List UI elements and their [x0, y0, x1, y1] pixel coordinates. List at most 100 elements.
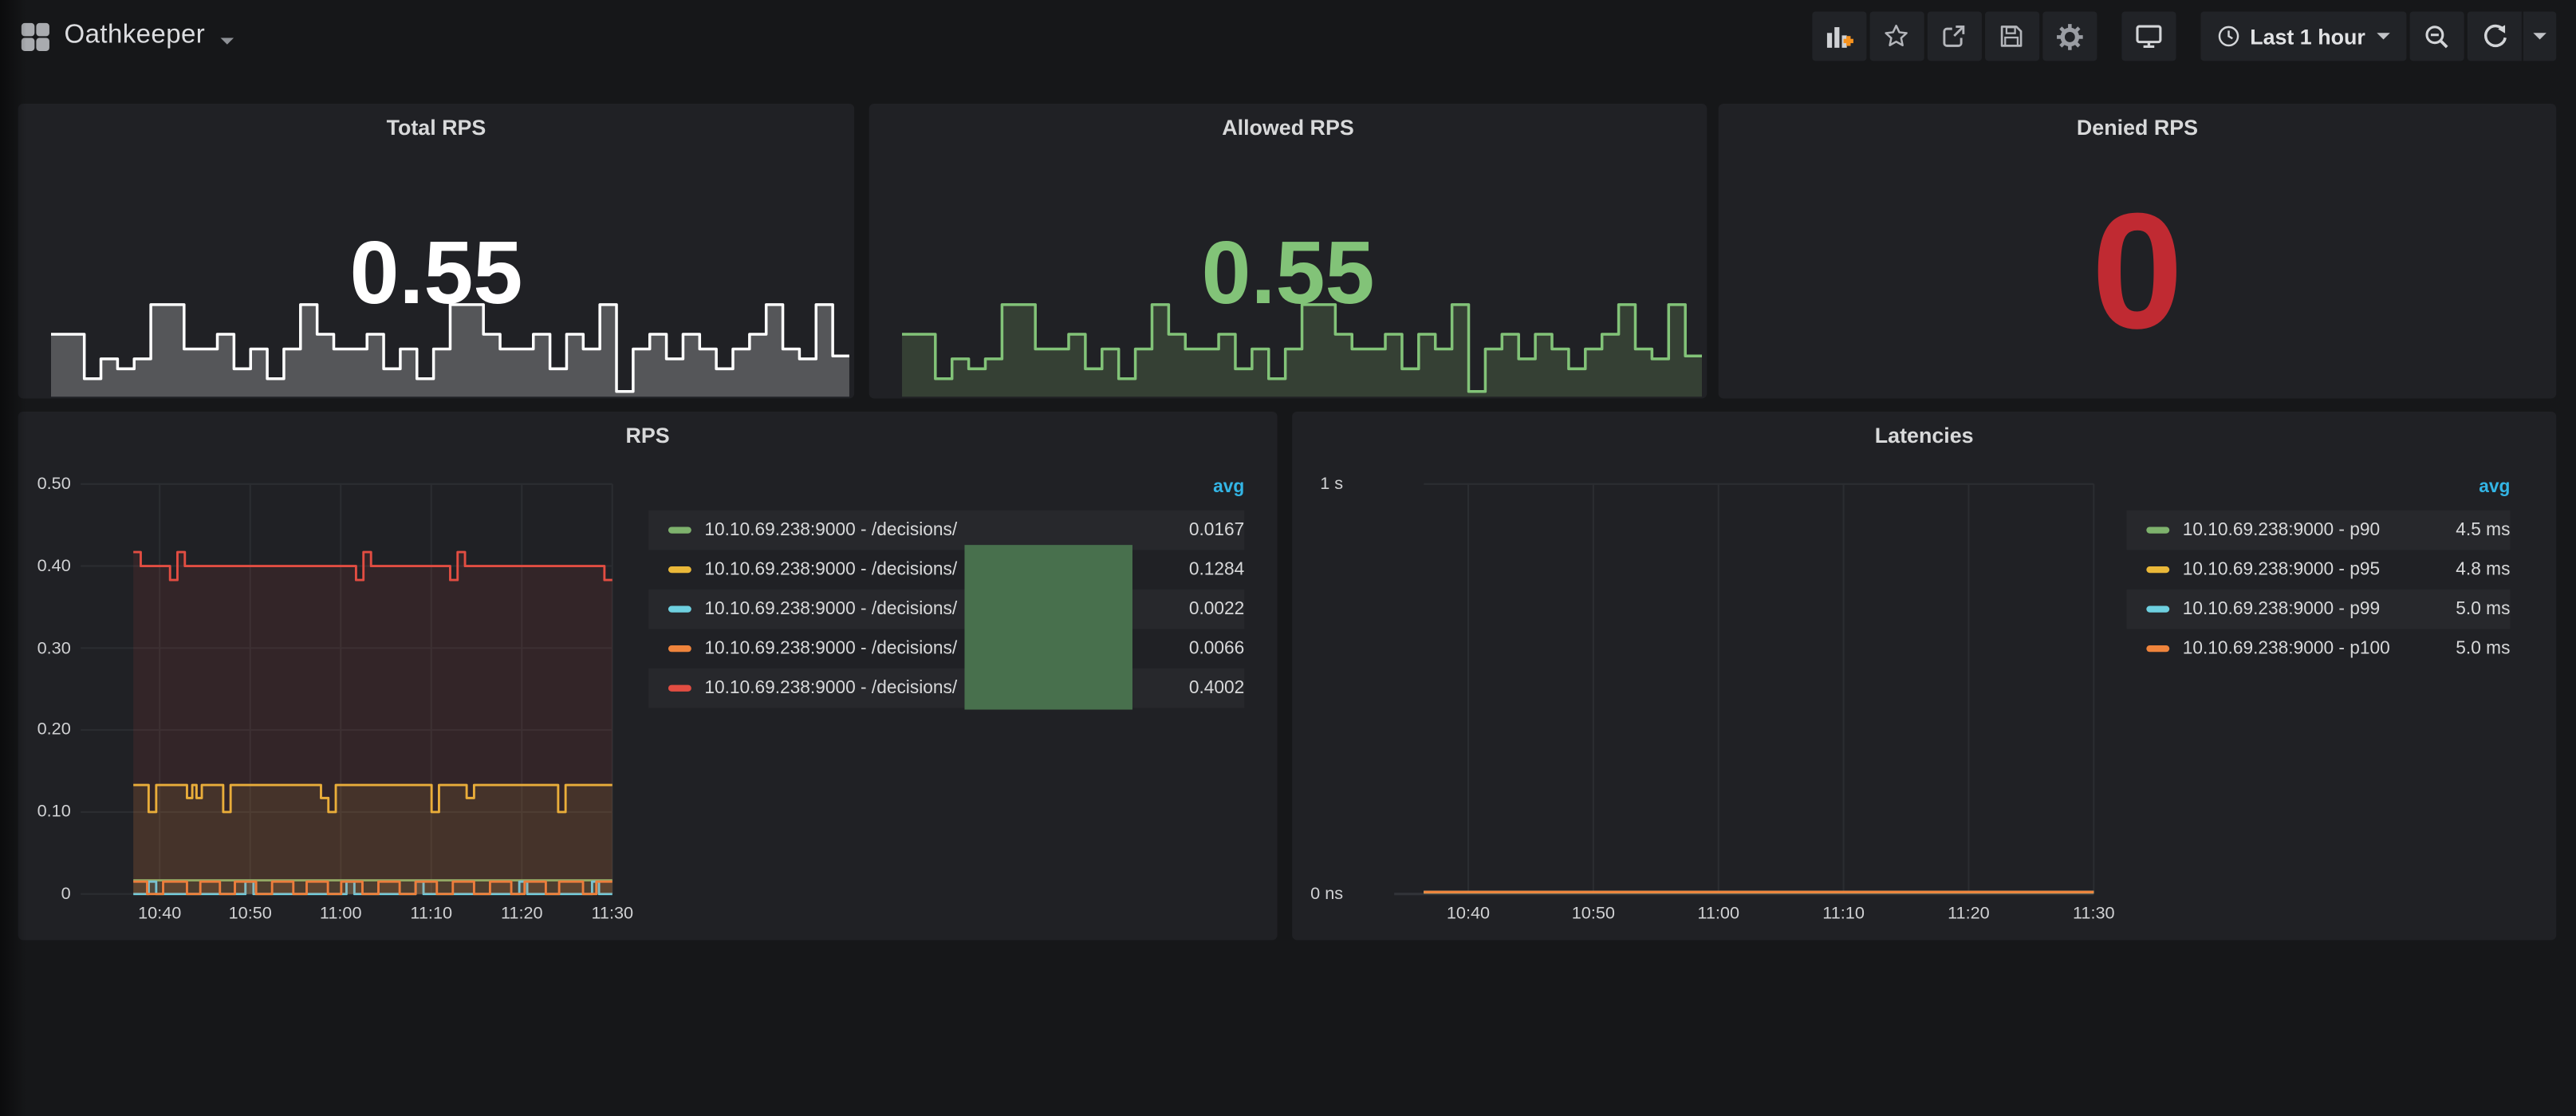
panel-denied-rps: Denied RPS 0 — [1719, 104, 2557, 398]
y-axis-tick-label: 0.30 — [15, 638, 71, 658]
monitor-icon — [2135, 23, 2163, 49]
refresh-button[interactable] — [2468, 11, 2522, 61]
legend-row[interactable]: 10.10.69.238:9000 - p90 4.5 ms — [2127, 511, 2511, 550]
green-overlay-artifact — [964, 545, 1132, 709]
x-axis-tick-label: 11:20 — [1936, 904, 2002, 924]
dashboard-picker[interactable]: Oathkeeper — [0, 22, 233, 51]
clock-icon — [2217, 25, 2240, 48]
series-label[interactable]: 10.10.69.238:9000 - p99 — [2183, 599, 2380, 619]
dashboard-title[interactable]: Oathkeeper — [64, 22, 205, 51]
series-avg-value: 0.0167 — [1189, 520, 1244, 540]
panel-rps: RPS avg 10.10.69.238:9000 - /decisions/0… — [18, 412, 1278, 941]
legend-row[interactable]: 10.10.69.238:9000 - p95 4.8 ms — [2127, 550, 2511, 590]
legend-row[interactable]: 10.10.69.238:9000 - p99 5.0 ms — [2127, 590, 2511, 629]
panel-title[interactable]: Allowed RPS — [869, 115, 1707, 140]
navbar-actions: Last 1 hour — [1809, 11, 2576, 61]
y-axis-tick-label: 0 — [15, 884, 71, 904]
legend-row[interactable]: 10.10.69.238:9000 - /decisions/0.0022 — [648, 590, 1244, 629]
x-axis-tick-label: 11:30 — [579, 904, 645, 924]
series-label[interactable]: 10.10.69.238:9000 - /decisions/ — [704, 639, 957, 659]
save-button[interactable] — [1985, 11, 2039, 61]
star-button[interactable] — [1869, 11, 1924, 61]
legend-row[interactable]: 10.10.69.238:9000 - /decisions/0.1284 — [648, 550, 1244, 590]
y-axis-tick-label: 0.20 — [15, 720, 71, 740]
stat-value-denied-rps: 0 — [1719, 189, 2557, 353]
caret-down-icon — [2533, 33, 2546, 39]
series-avg-value: 0.1284 — [1189, 560, 1244, 580]
legend-avg-header[interactable]: avg — [1213, 478, 1244, 498]
legend-row[interactable]: 10.10.69.238:9000 - /decisions/0.0066 — [648, 629, 1244, 668]
series-color-marker[interactable] — [2146, 566, 2169, 573]
series-label[interactable]: 10.10.69.238:9000 - p95 — [2183, 560, 2380, 580]
cycle-view-button[interactable] — [2121, 11, 2176, 61]
legend-row[interactable]: 10.10.69.238:9000 - /decisions/0.0167 — [648, 511, 1244, 550]
x-axis-tick-label: 10:40 — [127, 904, 193, 924]
x-axis-tick-label: 11:10 — [1810, 904, 1877, 924]
panel-allowed-rps: Allowed RPS 0.55 — [869, 104, 1707, 398]
add-panel-button[interactable] — [1812, 11, 1866, 61]
series-avg-value: 0.0022 — [1189, 599, 1244, 619]
panel-latencies: Latencies avg 10.10.69.238:9000 - p904.5… — [1292, 412, 2556, 941]
panel-title[interactable]: Total RPS — [18, 115, 854, 140]
y-axis-tick-label: 0.50 — [15, 474, 71, 494]
series-color-marker[interactable] — [2146, 606, 2169, 613]
refresh-split-button — [2468, 11, 2556, 61]
latencies-chart[interactable] — [1292, 412, 2556, 941]
zoom-out-button[interactable] — [2410, 11, 2464, 61]
series-label[interactable]: 10.10.69.238:9000 - /decisions/ — [704, 520, 957, 540]
caret-down-icon — [2377, 33, 2390, 39]
legend-row[interactable]: 10.10.69.238:9000 - /decisions/0.4002 — [648, 668, 1244, 708]
series-color-marker[interactable] — [668, 566, 691, 573]
time-range-button[interactable]: Last 1 hour — [2200, 11, 2406, 61]
settings-button[interactable] — [2042, 11, 2097, 61]
series-color-marker[interactable] — [668, 645, 691, 652]
share-button[interactable] — [1928, 11, 1982, 61]
x-axis-tick-label: 11:00 — [308, 904, 374, 924]
share-icon — [1941, 23, 1967, 49]
latencies-legend: avg 10.10.69.238:9000 - p904.5 ms10.10.6… — [2127, 511, 2511, 668]
series-avg-value: 0.4002 — [1189, 678, 1244, 698]
y-axis-tick-label: 0.40 — [15, 556, 71, 576]
caret-down-icon — [220, 37, 234, 44]
series-color-marker[interactable] — [668, 685, 691, 692]
panel-title[interactable]: Denied RPS — [1719, 115, 2557, 140]
legend-avg-header[interactable]: avg — [2479, 478, 2510, 498]
series-color-marker[interactable] — [2146, 526, 2169, 533]
magnifier-minus-icon — [2423, 22, 2451, 50]
star-icon — [1884, 23, 1910, 49]
series-avg-value: 0.0066 — [1189, 639, 1244, 659]
time-range-label: Last 1 hour — [2250, 24, 2365, 49]
series-avg-value: 5.0 ms — [2456, 599, 2510, 619]
panel-total-rps: Total RPS 0.55 — [18, 104, 854, 398]
series-color-marker[interactable] — [668, 606, 691, 613]
series-label[interactable]: 10.10.69.238:9000 - p100 — [2183, 639, 2390, 659]
refresh-interval-button[interactable] — [2523, 11, 2556, 61]
floppy-save-icon — [1999, 23, 2025, 49]
y-axis-tick-label: 0 ns — [1287, 884, 1343, 904]
series-color-marker[interactable] — [2146, 645, 2169, 652]
series-color-marker[interactable] — [668, 526, 691, 533]
y-axis-tick-label: 0.10 — [15, 802, 71, 822]
x-axis-tick-label: 11:00 — [1685, 904, 1751, 924]
series-label[interactable]: 10.10.69.238:9000 - /decisions/ — [704, 678, 957, 698]
series-label[interactable]: 10.10.69.238:9000 - /decisions/ — [704, 599, 957, 619]
series-avg-value: 5.0 ms — [2456, 639, 2510, 659]
x-axis-tick-label: 10:50 — [1561, 904, 1627, 924]
stat-value-allowed-rps: 0.55 — [869, 229, 1707, 317]
refresh-icon — [2481, 23, 2507, 49]
grid-icon — [22, 22, 49, 50]
x-axis-tick-label: 10:50 — [217, 904, 283, 924]
series-avg-value: 4.8 ms — [2456, 560, 2510, 580]
y-axis-tick-label: 1 s — [1287, 474, 1343, 494]
legend-row[interactable]: 10.10.69.238:9000 - p100 5.0 ms — [2127, 629, 2511, 668]
bar-chart-plus-icon — [1826, 23, 1853, 49]
series-label[interactable]: 10.10.69.238:9000 - /decisions/ — [704, 560, 957, 580]
series-label[interactable]: 10.10.69.238:9000 - p90 — [2183, 520, 2380, 540]
x-axis-tick-label: 11:10 — [398, 904, 464, 924]
navbar: Oathkeeper — [0, 0, 2576, 73]
series-avg-value: 4.5 ms — [2456, 520, 2510, 540]
x-axis-tick-label: 11:20 — [489, 904, 555, 924]
grafana-dashboard: Oathkeeper — [0, 0, 2576, 1116]
gear-icon — [2056, 22, 2084, 50]
x-axis-tick-label: 11:30 — [2061, 904, 2127, 924]
